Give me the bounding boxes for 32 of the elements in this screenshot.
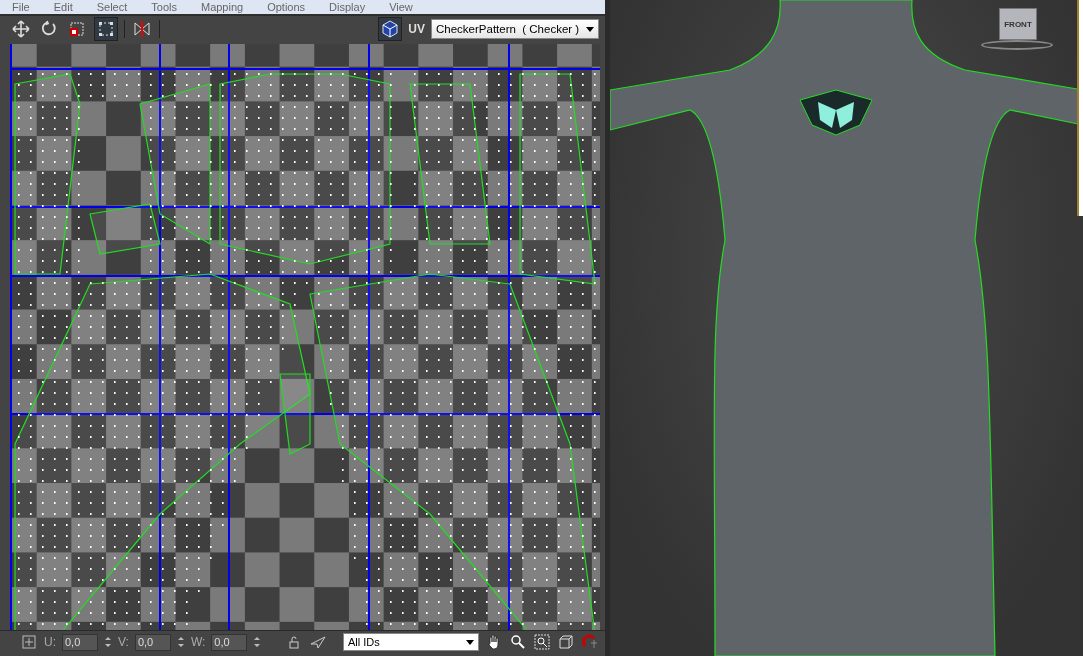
spinner-icon[interactable]	[253, 635, 262, 649]
menu-item[interactable]: Edit	[41, 0, 85, 14]
spinner-icon[interactable]	[104, 635, 112, 649]
menu-item[interactable]: File	[0, 0, 42, 14]
spinner-icon[interactable]	[176, 635, 185, 649]
cube-map-icon[interactable]	[378, 17, 403, 41]
menu-item[interactable]: Display	[317, 0, 378, 14]
viewcube[interactable]: FRONT	[999, 8, 1037, 40]
move-icon[interactable]	[10, 18, 32, 40]
zoom-region-icon[interactable]	[533, 633, 551, 651]
caret-icon[interactable]	[586, 26, 594, 32]
freeform-icon[interactable]	[94, 17, 118, 41]
snap-icon[interactable]	[20, 633, 38, 651]
paper-plane-icon[interactable]	[309, 633, 327, 651]
caret-icon[interactable]	[466, 639, 474, 645]
menu-item[interactable]: View	[377, 0, 425, 14]
menu-item[interactable]: Options	[255, 0, 318, 14]
menu-item[interactable]: Select	[84, 0, 140, 14]
menu-item[interactable]: Tools	[139, 0, 189, 14]
coordinate-field[interactable]: 0,0	[62, 633, 98, 651]
menu-item[interactable]: Mapping	[188, 0, 256, 14]
texture-dropdown[interactable]: CheckerPattern ( Checker )	[431, 19, 599, 39]
coordinate-label: U:	[44, 635, 56, 649]
id-filter-dropdown[interactable]: All IDs	[343, 633, 479, 651]
uv-display-button[interactable]: UV	[408, 22, 425, 36]
coordinate-label: W:	[190, 635, 206, 649]
zoom-icon[interactable]	[509, 633, 527, 651]
coordinate-label: V:	[118, 635, 129, 649]
zoom-extents-icon[interactable]	[557, 633, 575, 651]
coordinate-field[interactable]: 0,0	[211, 633, 248, 651]
coordinate-field[interactable]: 0,0	[134, 633, 171, 651]
mirror-icon[interactable]	[131, 18, 153, 40]
